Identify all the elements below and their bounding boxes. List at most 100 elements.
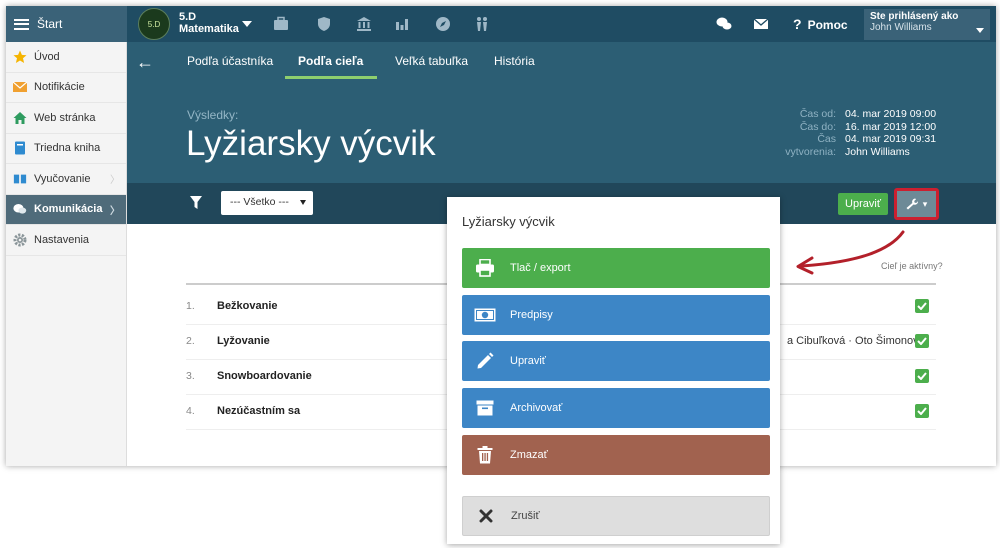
meta-value-from: 04. mar 2019 09:00	[845, 108, 937, 120]
chevron-right-icon: 〉	[110, 175, 120, 187]
goal-name: Nezúčastním sa	[217, 405, 301, 417]
page-title: Lyžiarsky výcvik	[186, 124, 436, 163]
compass-icon[interactable]	[434, 15, 452, 33]
printer-icon	[474, 257, 496, 279]
edit-goal-button[interactable]: Upraviť	[462, 341, 770, 381]
help-button[interactable]: ? Pomoc	[793, 16, 848, 32]
building-icon[interactable]	[355, 15, 373, 33]
sidebar-item-label: Web stránka	[34, 111, 96, 124]
user-menu[interactable]: Ste prihlásený ako John Williams	[864, 9, 990, 40]
sidebar: Úvod Notifikácie Web stránka Triedna kni…	[6, 42, 127, 466]
sidebar-item-triedna-kniha[interactable]: Triedna kniha	[6, 134, 126, 164]
user-dropdown-caret-icon	[976, 28, 984, 33]
sidebar-item-uvod[interactable]: Úvod	[6, 42, 126, 73]
tab-historia[interactable]: História	[494, 54, 535, 68]
meta-value-author: John Williams	[845, 145, 910, 158]
tab-podla-ciela[interactable]: Podľa cieľa	[298, 54, 363, 68]
rules-button[interactable]: Predpisy	[462, 295, 770, 335]
shield-icon[interactable]	[315, 15, 333, 33]
active-checkbox[interactable]	[915, 334, 929, 348]
class-avatar[interactable]: 5.D	[138, 8, 170, 40]
trash-icon	[474, 444, 496, 466]
edit-button[interactable]: Upraviť	[838, 193, 888, 215]
page-subtitle: Výsledky:	[187, 108, 239, 122]
tab-podla-ucastnika[interactable]: Podľa účastníka	[187, 54, 273, 68]
archive-button[interactable]: Archivovať	[462, 388, 770, 428]
sidebar-item-label: Vyučovanie	[34, 172, 91, 185]
filter-icon[interactable]	[190, 196, 202, 210]
row-number: 4.	[186, 405, 195, 417]
edit-goal-label: Upraviť	[510, 355, 546, 367]
tools-menu-button[interactable]: ▾	[894, 188, 939, 220]
active-checkbox[interactable]	[915, 369, 929, 383]
meta-label-created: Čas	[817, 133, 836, 145]
goal-name: Lyžovanie	[217, 335, 270, 347]
annotation-arrow-icon	[796, 230, 905, 275]
sidebar-item-label: Úvod	[34, 50, 60, 63]
meta-values: 04. mar 2019 09:00 16. mar 2019 12:00 04…	[845, 108, 965, 158]
cancel-label: Zrušiť	[511, 510, 540, 522]
archive-box-icon	[474, 397, 496, 419]
active-checkbox[interactable]	[915, 404, 929, 418]
wrench-icon	[906, 198, 918, 210]
delete-label: Zmazať	[510, 449, 548, 461]
user-title: Ste prihlásený ako	[870, 11, 959, 22]
back-arrow-icon[interactable]: ←	[136, 52, 154, 73]
meta-value-created: 04. mar 2019 09:31	[845, 133, 937, 145]
sidebar-item-notifikacie[interactable]: Notifikácie	[6, 73, 126, 103]
gear-icon	[13, 233, 27, 247]
panel-title: Lyžiarsky výcvik	[462, 214, 555, 229]
star-icon	[13, 50, 27, 64]
close-icon	[475, 505, 497, 527]
tab-velka-tabulka[interactable]: Veľká tabuľka	[395, 54, 468, 68]
archive-label: Archivovať	[510, 402, 563, 414]
book-icon	[13, 141, 27, 155]
envelope-icon	[13, 80, 27, 94]
briefcase-icon[interactable]	[272, 15, 290, 33]
meta-label-to: Čas do:	[799, 120, 836, 133]
class-selector[interactable]: 5.D Matematika	[179, 11, 239, 35]
help-label: Pomoc	[807, 18, 848, 32]
sidebar-item-label: Nastavenia	[34, 233, 90, 246]
page-header: ← Podľa účastníka Podľa cieľa Veľká tabu…	[127, 42, 996, 183]
hamburger-icon	[14, 18, 29, 30]
goal-name: Snowboardovanie	[217, 370, 312, 382]
question-icon: ?	[793, 16, 802, 32]
user-name: John Williams	[870, 22, 932, 33]
print-export-label: Tlač / export	[510, 262, 571, 274]
active-tab-indicator	[285, 76, 377, 79]
delete-button[interactable]: Zmazať	[462, 435, 770, 475]
cancel-button[interactable]: Zrušiť	[462, 496, 770, 536]
active-checkbox[interactable]	[915, 299, 929, 313]
row-number: 1.	[186, 300, 195, 312]
filter-select[interactable]: --- Všetko ---	[221, 191, 313, 215]
bar-chart-icon[interactable]	[393, 15, 411, 33]
chat-bubbles-icon	[13, 202, 27, 216]
sidebar-item-komunikacia[interactable]: Komunikácia 〉	[6, 194, 126, 225]
start-menu-button[interactable]: Štart	[6, 6, 127, 42]
sidebar-item-vyucovanie[interactable]: Vyučovanie 〉	[6, 164, 126, 195]
people-icon[interactable]	[473, 15, 491, 33]
sidebar-item-web-stranka[interactable]: Web stránka	[6, 103, 126, 134]
print-export-button[interactable]: Tlač / export	[462, 248, 770, 288]
mail-icon[interactable]	[752, 15, 770, 33]
open-book-icon	[13, 172, 27, 186]
sidebar-item-nastavenia[interactable]: Nastavenia	[6, 225, 126, 256]
chevron-right-icon: 〉	[110, 205, 120, 217]
home-icon	[13, 111, 27, 125]
banknote-icon	[474, 304, 496, 326]
class-dropdown-caret-icon[interactable]	[242, 21, 252, 27]
select-caret-icon	[300, 200, 306, 205]
top-bar: Štart 5.D 5.D Matematika ? Pomoc Ste pri…	[6, 6, 996, 42]
sidebar-item-label: Notifikácie	[34, 81, 85, 94]
tools-dropdown-panel: Lyžiarsky výcvik Tlač / export Predpisy …	[447, 197, 780, 544]
pencil-icon	[474, 350, 496, 372]
chevron-down-icon: ▾	[922, 198, 928, 209]
class-subject: Matematika	[179, 23, 239, 35]
chat-icon[interactable]	[715, 15, 733, 33]
row-number: 2.	[186, 335, 195, 347]
sidebar-item-label: Triedna kniha	[34, 142, 101, 155]
meta-labels: Čas od: Čas do: Čas vytvorenia:	[766, 108, 836, 158]
meta-label-from: Čas od:	[799, 108, 836, 120]
sidebar-item-label: Komunikácia	[34, 203, 103, 216]
